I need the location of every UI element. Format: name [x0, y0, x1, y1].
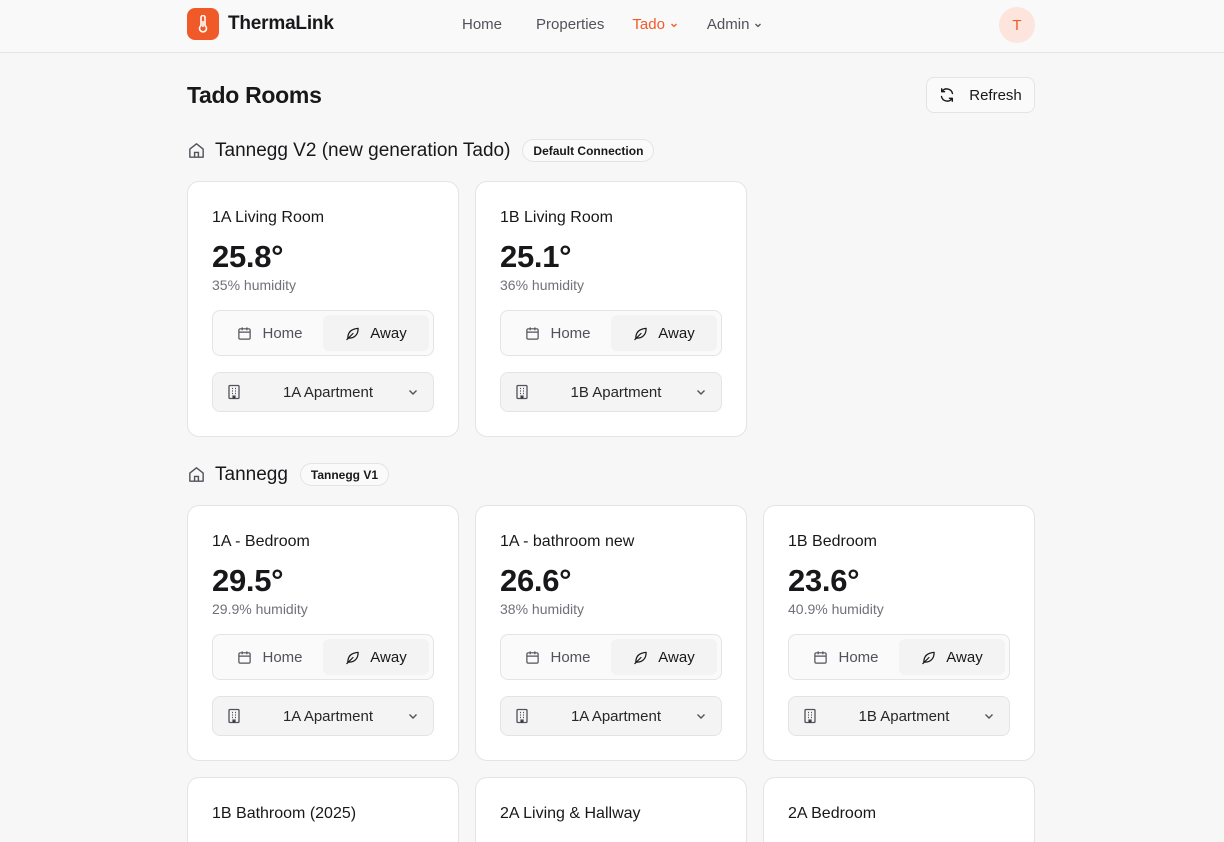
home-mode-label: Home: [262, 324, 303, 342]
leaf-icon: [346, 327, 360, 340]
away-mode-button[interactable]: Away: [611, 639, 717, 675]
calendar-icon: [526, 326, 540, 340]
apartment-select[interactable]: 1A Apartment: [212, 372, 434, 412]
room-humidity: 29.9% humidity: [212, 601, 308, 617]
away-mode-label: Away: [946, 648, 983, 666]
room-name: 2A Living & Hallway: [500, 805, 641, 822]
presence-toggle: Home Away: [212, 310, 434, 356]
room-name: 1A - Bedroom: [212, 533, 310, 550]
home-mode-label: Home: [262, 648, 303, 666]
away-mode-label: Away: [370, 648, 407, 666]
presence-toggle: Home Away: [788, 634, 1010, 680]
away-mode-button[interactable]: Away: [323, 639, 429, 675]
calendar-icon: [238, 650, 252, 664]
room-name: 1A Living Room: [212, 209, 325, 226]
calendar-icon: [814, 650, 828, 664]
room-card: 1A Living Room 25.8° 35% humidity Home A…: [187, 181, 459, 437]
presence-toggle: Home Away: [500, 634, 722, 680]
refresh-icon: [941, 88, 954, 102]
room-humidity: 36% humidity: [500, 277, 585, 293]
room-humidity: 38% humidity: [500, 601, 585, 617]
leaf-icon: [922, 651, 936, 664]
room-card: 1A - bathroom new 26.6° 38% humidity Hom…: [475, 505, 747, 761]
room-card: 2A Living & Hallway: [475, 777, 747, 842]
calendar-icon: [238, 326, 252, 340]
chevron-down-icon: [695, 710, 707, 722]
nav-item-tado[interactable]: Tado: [632, 16, 679, 33]
chevron-down-icon: [983, 710, 995, 722]
room-card: 1B Living Room 25.1° 36% humidity Home A…: [475, 181, 747, 437]
section-header: Tannegg V2 (new generation Tado) Default…: [187, 139, 655, 162]
away-mode-button[interactable]: Away: [323, 315, 429, 351]
home-mode-button[interactable]: Home: [505, 639, 611, 675]
away-mode-button[interactable]: Away: [899, 639, 1005, 675]
room-temperature: 26.6°: [500, 563, 572, 598]
nav-item-properties[interactable]: Properties: [536, 16, 604, 33]
nav-item-home[interactable]: Home: [462, 16, 502, 33]
thermometer-icon: [187, 8, 219, 40]
app-logo[interactable]: ThermaLink: [187, 8, 334, 40]
app-name: ThermaLink: [228, 13, 334, 34]
room-name: 1A - bathroom new: [500, 533, 635, 550]
room-humidity: 35% humidity: [212, 277, 297, 293]
room-card: 2A Bedroom: [763, 777, 1035, 842]
top-navigation-bar: ThermaLink Home Properties Tado Admin T: [0, 0, 1224, 53]
nav-item-label: Admin: [706, 16, 750, 33]
home-mode-button[interactable]: Home: [505, 315, 611, 351]
room-temperature: 23.6°: [788, 563, 860, 598]
chevron-down-icon: [669, 20, 679, 30]
nav-item-label: Properties: [536, 16, 605, 33]
chevron-down-icon: [695, 386, 707, 398]
chevron-down-icon: [753, 20, 763, 30]
home-mode-button[interactable]: Home: [217, 639, 323, 675]
presence-toggle: Home Away: [212, 634, 434, 680]
away-mode-label: Away: [658, 324, 695, 342]
calendar-icon: [526, 650, 540, 664]
room-card: 1A - Bedroom 29.5° 29.9% humidity Home A…: [187, 505, 459, 761]
room-humidity: 40.9% humidity: [788, 601, 884, 617]
home-mode-label: Home: [550, 324, 591, 342]
nav-item-label: Tado: [632, 16, 665, 33]
apartment-select[interactable]: 1A Apartment: [212, 696, 434, 736]
chevron-down-icon: [407, 386, 419, 398]
home-mode-button[interactable]: Home: [793, 639, 899, 675]
nav-item-admin[interactable]: Admin: [707, 16, 764, 33]
room-name: 1B Living Room: [500, 209, 613, 226]
room-name: 2A Bedroom: [788, 805, 877, 822]
home-mode-label: Home: [838, 648, 879, 666]
home-mode-button[interactable]: Home: [217, 315, 323, 351]
away-mode-label: Away: [370, 324, 407, 342]
room-temperature: 29.5°: [212, 563, 284, 598]
room-name: 1B Bathroom (2025): [212, 805, 357, 822]
section-name: Tannegg: [215, 463, 288, 485]
leaf-icon: [634, 651, 648, 664]
away-mode-label: Away: [658, 648, 695, 666]
apartment-select[interactable]: 1B Apartment: [788, 696, 1010, 736]
apartment-select[interactable]: 1A Apartment: [500, 696, 722, 736]
room-card: 1B Bathroom (2025): [187, 777, 459, 842]
away-mode-button[interactable]: Away: [611, 315, 717, 351]
house-icon: [187, 141, 206, 160]
house-icon: [187, 465, 206, 484]
user-avatar[interactable]: T: [999, 7, 1035, 43]
chevron-down-icon: [407, 710, 419, 722]
section-name: Tannegg V2 (new generation Tado): [215, 139, 511, 161]
refresh-button[interactable]: Refresh: [926, 77, 1035, 113]
room-name: 1B Bedroom: [788, 533, 877, 550]
presence-toggle: Home Away: [500, 310, 722, 356]
room-temperature: 25.8°: [212, 239, 284, 274]
leaf-icon: [634, 327, 648, 340]
nav-item-label: Home: [462, 16, 503, 33]
connection-badge: Default Connection: [522, 139, 655, 162]
section-header: Tannegg Tannegg V1: [187, 463, 390, 486]
main-nav: Home Properties Tado Admin: [462, 16, 763, 33]
connection-badge: Tannegg V1: [299, 463, 390, 486]
refresh-label: Refresh: [969, 86, 1022, 104]
leaf-icon: [346, 651, 360, 664]
apartment-select[interactable]: 1B Apartment: [500, 372, 722, 412]
room-temperature: 25.1°: [500, 239, 572, 274]
room-card: 1B Bedroom 23.6° 40.9% humidity Home Awa…: [763, 505, 1035, 761]
home-mode-label: Home: [550, 648, 591, 666]
page-title: Tado Rooms: [187, 82, 322, 108]
